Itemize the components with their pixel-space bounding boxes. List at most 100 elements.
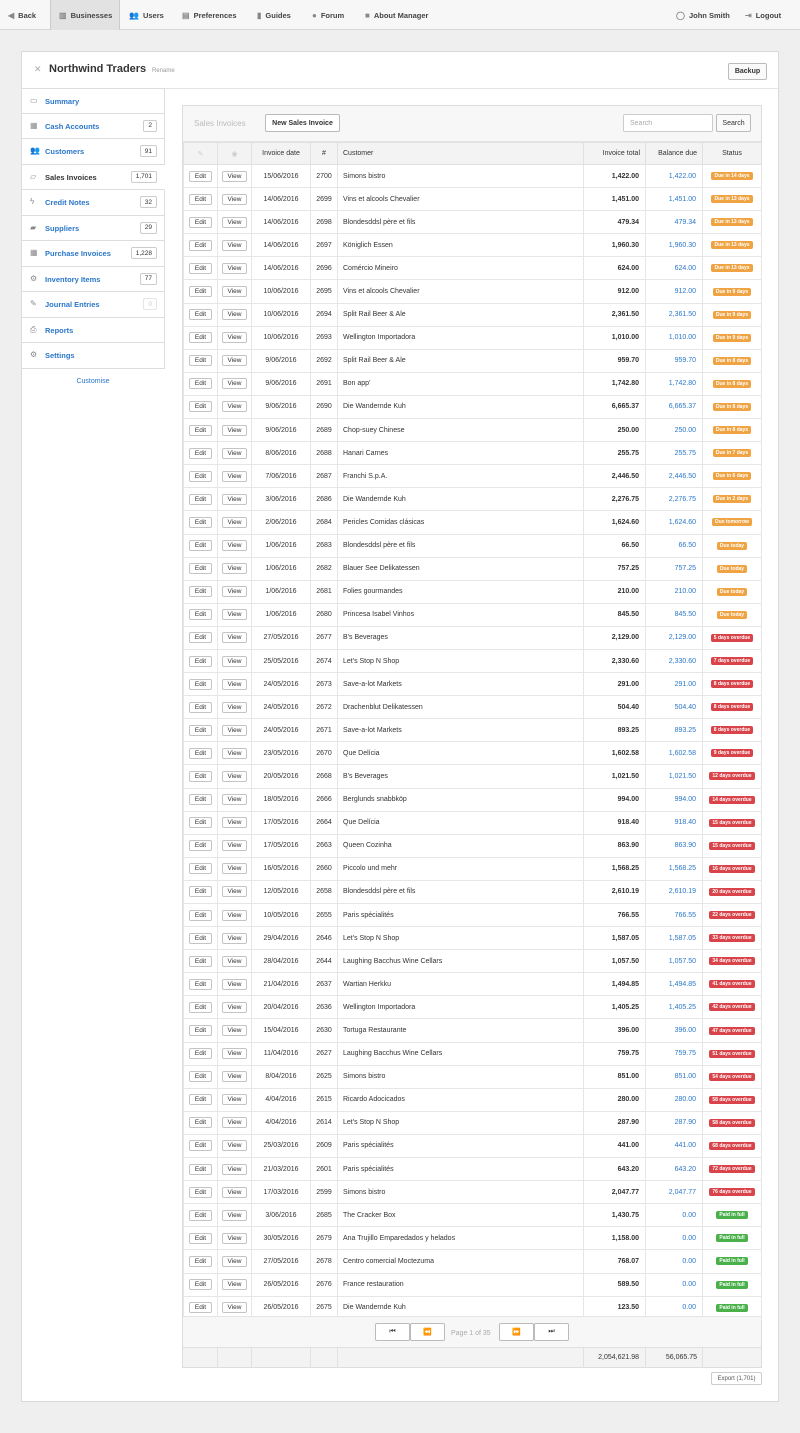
view-button[interactable]: View [221, 216, 248, 228]
balance-due[interactable]: 210.00 [645, 579, 703, 604]
edit-button[interactable]: Edit [188, 309, 213, 321]
view-button[interactable]: View [221, 1163, 248, 1175]
balance-due[interactable]: 643.20 [645, 1157, 703, 1182]
balance-due[interactable]: 624.00 [645, 256, 703, 281]
balance-due[interactable]: 1,021.50 [645, 764, 703, 789]
balance-due[interactable]: 912.00 [645, 279, 703, 304]
edit-button[interactable]: Edit [188, 747, 213, 759]
view-button[interactable]: View [221, 1140, 248, 1152]
balance-due[interactable]: 1,587.05 [645, 926, 703, 951]
view-button[interactable]: View [221, 378, 248, 390]
balance-due[interactable]: 504.40 [645, 695, 703, 720]
edit-button[interactable]: Edit [188, 332, 213, 344]
view-button[interactable]: View [221, 886, 248, 898]
view-button[interactable]: View [221, 170, 248, 182]
edit-button[interactable]: Edit [188, 1302, 213, 1314]
balance-due[interactable]: 959.70 [645, 348, 703, 373]
balance-due[interactable]: 66.50 [645, 533, 703, 558]
sidebar-item-settings[interactable]: ⚙ Settings [21, 343, 165, 369]
view-button[interactable]: View [221, 447, 248, 459]
view-button[interactable]: View [221, 470, 248, 482]
view-button[interactable]: View [221, 563, 248, 575]
balance-due[interactable]: 2,330.60 [645, 648, 703, 674]
edit-button[interactable]: Edit [188, 563, 213, 575]
view-button[interactable]: View [221, 401, 248, 413]
balance-due[interactable]: 994.00 [645, 787, 703, 812]
balance-due[interactable]: 1,451.00 [645, 187, 703, 212]
view-button[interactable]: View [221, 1255, 248, 1267]
view-button[interactable]: View [221, 1001, 248, 1013]
edit-button[interactable]: Edit [188, 216, 213, 228]
edit-button[interactable]: Edit [188, 1186, 213, 1198]
balance-due[interactable]: 0.00 [645, 1249, 703, 1274]
prev-page-button[interactable]: ⏪ [410, 1323, 445, 1341]
edit-button[interactable]: Edit [188, 1094, 213, 1106]
edit-button[interactable]: Edit [188, 1001, 213, 1013]
view-button[interactable]: View [221, 424, 248, 436]
sidebar-item-suppliers[interactable]: ▰ Suppliers 29 [21, 215, 165, 241]
total-column-header[interactable]: Invoice total [583, 142, 646, 165]
edit-button[interactable]: Edit [188, 655, 213, 667]
balance-due[interactable]: 6,665.37 [645, 394, 703, 420]
edit-button[interactable]: Edit [188, 632, 213, 644]
balance-due[interactable]: 851.00 [645, 1064, 703, 1089]
view-button[interactable]: View [221, 794, 248, 806]
balance-due[interactable]: 1,405.25 [645, 995, 703, 1020]
balance-due[interactable]: 893.25 [645, 718, 703, 743]
edit-button[interactable]: Edit [188, 955, 213, 967]
search-input[interactable] [623, 114, 713, 132]
edit-button[interactable]: Edit [188, 1048, 213, 1060]
sidebar-item-inventory-items[interactable]: ⚙ Inventory Items 77 [21, 266, 165, 292]
edit-button[interactable]: Edit [188, 678, 213, 690]
balance-due[interactable]: 1,624.60 [645, 510, 703, 535]
nav-user[interactable]: ◯ John Smith [676, 0, 730, 30]
balance-due[interactable]: 1,422.00 [645, 163, 703, 189]
edit-button[interactable]: Edit [188, 516, 213, 528]
edit-button[interactable]: Edit [188, 817, 213, 829]
nav-users[interactable]: 👥 Users [129, 0, 164, 30]
edit-button[interactable]: Edit [188, 540, 213, 552]
balance-due[interactable]: 255.75 [645, 441, 703, 466]
nav-about-manager[interactable]: ■ About Manager [365, 0, 428, 30]
edit-button[interactable]: Edit [188, 978, 213, 990]
edit-button[interactable]: Edit [188, 239, 213, 251]
balance-due[interactable]: 845.50 [645, 602, 703, 627]
sidebar-item-purchase-invoices[interactable]: ▦ Purchase Invoices 1,228 [21, 241, 165, 267]
view-button[interactable]: View [221, 193, 248, 205]
sidebar-item-customers[interactable]: 👥 Customers 91 [21, 139, 165, 165]
edit-button[interactable]: Edit [188, 493, 213, 505]
balance-column-header[interactable]: Balance due [645, 142, 703, 165]
edit-button[interactable]: Edit [188, 262, 213, 274]
balance-due[interactable]: 1,010.00 [645, 325, 703, 350]
edit-button[interactable]: Edit [188, 378, 213, 390]
nav-preferences[interactable]: ▤ Preferences [182, 0, 237, 30]
balance-due[interactable]: 766.55 [645, 902, 703, 928]
view-button[interactable]: View [221, 655, 248, 667]
view-button[interactable]: View [221, 1186, 248, 1198]
nav-forum[interactable]: ● Forum [312, 0, 344, 30]
close-icon[interactable]: ✕ [34, 64, 42, 75]
date-column-header[interactable]: Invoice date [251, 142, 311, 165]
view-button[interactable]: View [221, 540, 248, 552]
view-button[interactable]: View [221, 516, 248, 528]
edit-button[interactable]: Edit [188, 932, 213, 944]
back-button[interactable]: ◀ Back [8, 0, 44, 30]
edit-button[interactable]: Edit [188, 1071, 213, 1083]
balance-due[interactable]: 0.00 [645, 1226, 703, 1251]
balance-due[interactable]: 250.00 [645, 418, 703, 443]
view-button[interactable]: View [221, 1209, 248, 1221]
edit-button[interactable]: Edit [188, 447, 213, 459]
balance-due[interactable]: 918.40 [645, 810, 703, 835]
view-button[interactable]: View [221, 493, 248, 505]
edit-button[interactable]: Edit [188, 724, 213, 736]
view-button[interactable]: View [221, 840, 248, 852]
view-button[interactable]: View [221, 1232, 248, 1244]
view-button[interactable]: View [221, 309, 248, 321]
sidebar-item-reports[interactable]: ⎙ Reports [21, 317, 165, 343]
edit-button[interactable]: Edit [188, 586, 213, 598]
nav-businesses[interactable]: ▥ Businesses [50, 0, 120, 30]
edit-button[interactable]: Edit [188, 1209, 213, 1221]
view-button[interactable]: View [221, 1048, 248, 1060]
nav-guides[interactable]: ▮ Guides [257, 0, 291, 30]
view-button[interactable]: View [221, 262, 248, 274]
